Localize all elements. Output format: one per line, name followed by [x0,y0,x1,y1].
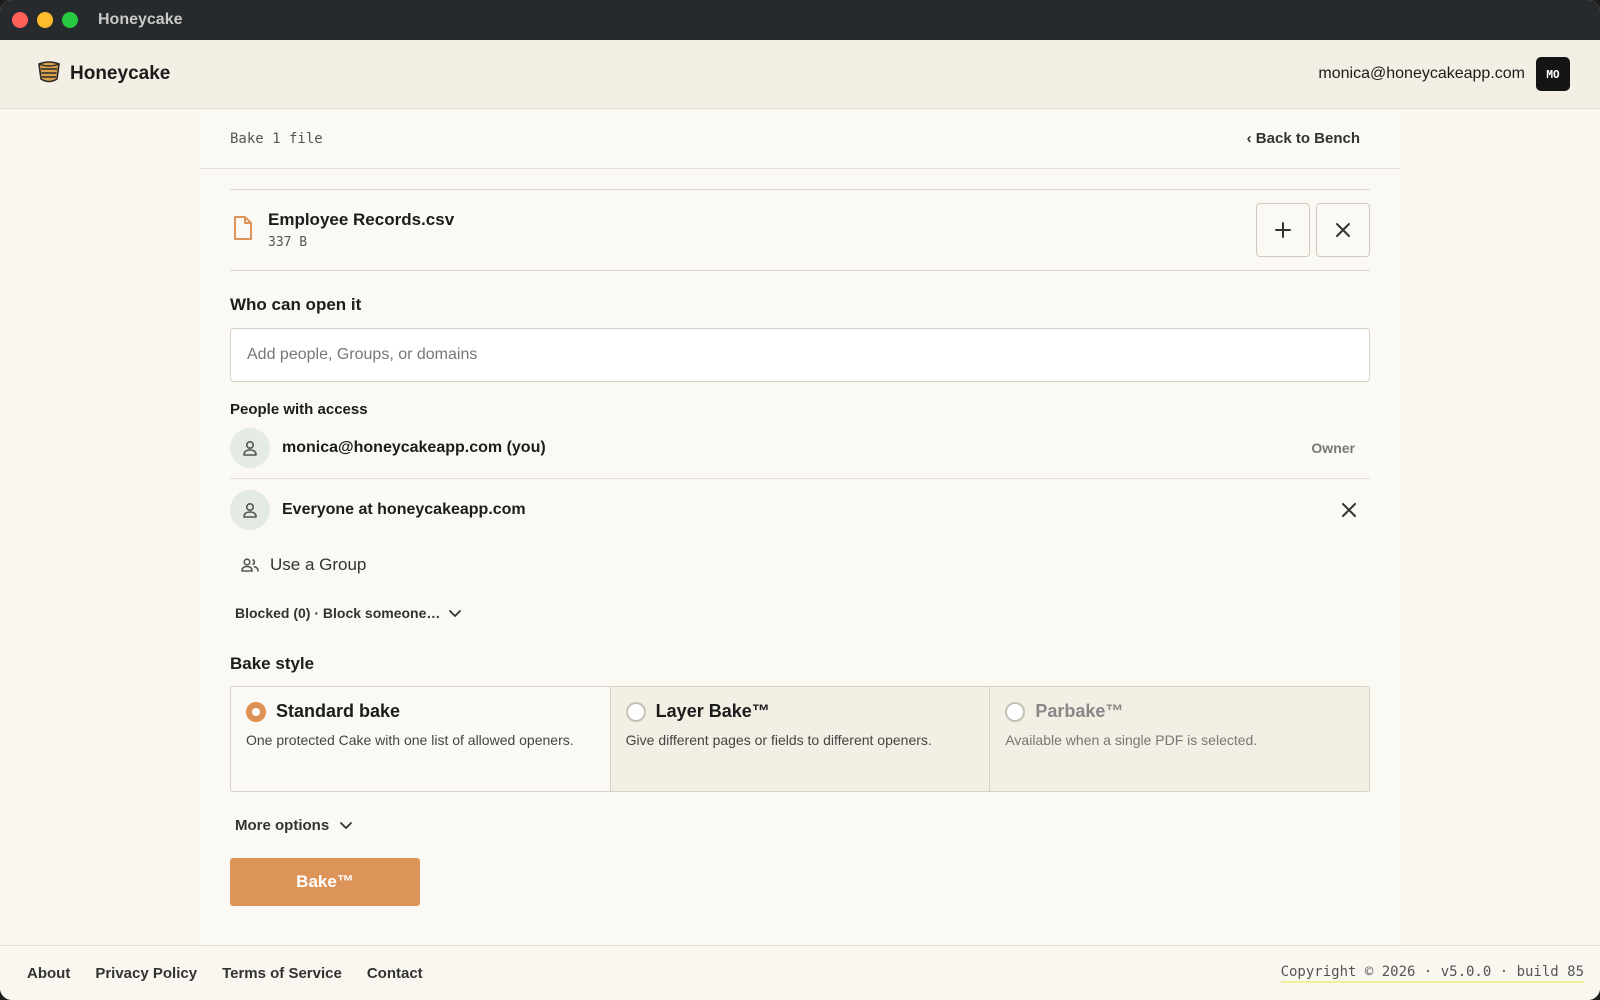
remove-access-button[interactable] [1342,502,1356,517]
app-window: Honeycake Honeycake monica@honeycakeapp.… [0,0,1600,1000]
blocked-toggle[interactable]: Blocked (0) · Block someone… [230,590,1370,636]
person-row-domain: Everyone at honeycakeapp.com [230,479,1370,540]
option-header: Parbake™ [1005,701,1354,722]
who-can-open-heading: Who can open it [230,295,362,314]
file-icon [232,215,254,246]
maximize-window-button[interactable] [62,12,78,28]
footer-link-about[interactable]: About [27,965,70,982]
add-file-button[interactable] [1256,203,1310,257]
option-description: Give different pages or fields to differ… [625,732,932,748]
page-title: Bake 1 file [230,130,323,147]
app-header: Honeycake monica@honeycakeapp.com MO [0,40,1600,109]
file-info: Employee Records.csv 337 B [230,210,454,250]
group-icon [241,558,259,572]
option-description: One protected Cake with one list of allo… [246,732,574,748]
bake-style-options: Standard bake One protected Cake with on… [230,686,1370,792]
title-bar: Honeycake [0,0,1600,40]
blocked-label: Blocked (0) · Block someone… [235,605,441,621]
footer: About Privacy Policy Terms of Service Co… [0,945,1600,1000]
panel-header: Bake 1 file ‹ Back to Bench [200,109,1400,169]
option-title: Standard bake [276,701,401,721]
close-icon [1342,502,1356,517]
use-group-button[interactable]: Use a Group [230,540,1370,590]
option-description: Available when a single PDF is selected. [1005,732,1258,748]
option-title: Parbake™ [1035,701,1124,721]
more-options-toggle[interactable]: More options [230,792,1370,858]
user-email: monica@honeycakeapp.com [1318,65,1525,82]
bake-option-layer[interactable]: Layer Bake™ Give different pages or fiel… [610,687,991,791]
parbake-radio [1005,701,1026,722]
people-with-access-heading: People with access [230,401,368,418]
use-group-label: Use a Group [270,555,367,574]
user-icon [243,440,257,456]
footer-link-terms[interactable]: Terms of Service [222,965,342,982]
footer-links: About Privacy Policy Terms of Service Co… [27,965,423,982]
footer-link-privacy[interactable]: Privacy Policy [95,965,197,982]
person-avatar [230,489,270,530]
chevron-down-icon [449,610,462,617]
layer-radio[interactable] [625,701,646,722]
person-info: Everyone at honeycakeapp.com [230,489,526,530]
minimize-window-button[interactable] [37,12,53,28]
user-area: monica@honeycakeapp.com MO [1318,57,1570,91]
copyright: Copyright © 2026 · v5.0.0 · build 85 [1280,964,1584,983]
share-input[interactable] [230,328,1370,382]
person-avatar [230,428,270,468]
file-name: Employee Records.csv [268,210,455,229]
brand-name: Honeycake [70,63,171,84]
file-text: Employee Records.csv 337 B [268,210,454,250]
close-window-button[interactable] [12,12,28,28]
remove-file-button[interactable] [1316,203,1370,257]
bake-button[interactable]: Bake™ [230,858,420,906]
window-controls [12,12,78,28]
option-title: Layer Bake™ [655,701,770,721]
owner-role-label: Owner [1311,440,1355,456]
close-icon [1336,223,1350,237]
honeycake-logo-icon [36,59,62,90]
bake-panel: Bake 1 file ‹ Back to Bench Employee Rec… [200,109,1400,945]
person-row-owner: monica@honeycakeapp.com (you) Owner [230,418,1370,479]
bake-form: Employee Records.csv 337 B Who can open … [230,189,1370,906]
file-size: 337 B [268,235,308,250]
bake-option-standard[interactable]: Standard bake One protected Cake with on… [231,687,611,791]
bake-option-parbake: Parbake™ Available when a single PDF is … [990,687,1369,791]
standard-radio[interactable] [246,701,266,722]
footer-link-contact[interactable]: Contact [367,965,423,982]
person-name: Everyone at honeycakeapp.com [282,500,526,518]
window-title: Honeycake [98,11,183,28]
file-actions [1256,203,1370,257]
option-header: Standard bake [246,701,595,722]
user-icon [243,502,257,518]
plus-icon [1275,222,1291,238]
chevron-down-icon [340,822,353,829]
option-header: Layer Bake™ [625,701,975,722]
person-info: monica@honeycakeapp.com (you) [230,428,546,468]
back-to-bench-link[interactable]: ‹ Back to Bench [1247,130,1360,147]
person-name: monica@honeycakeapp.com (you) [282,439,546,456]
brand[interactable]: Honeycake [36,59,170,90]
file-row: Employee Records.csv 337 B [230,189,1370,271]
more-options-label: More options [235,816,330,834]
bake-style-heading: Bake style [230,654,315,673]
user-avatar[interactable]: MO [1536,57,1570,91]
